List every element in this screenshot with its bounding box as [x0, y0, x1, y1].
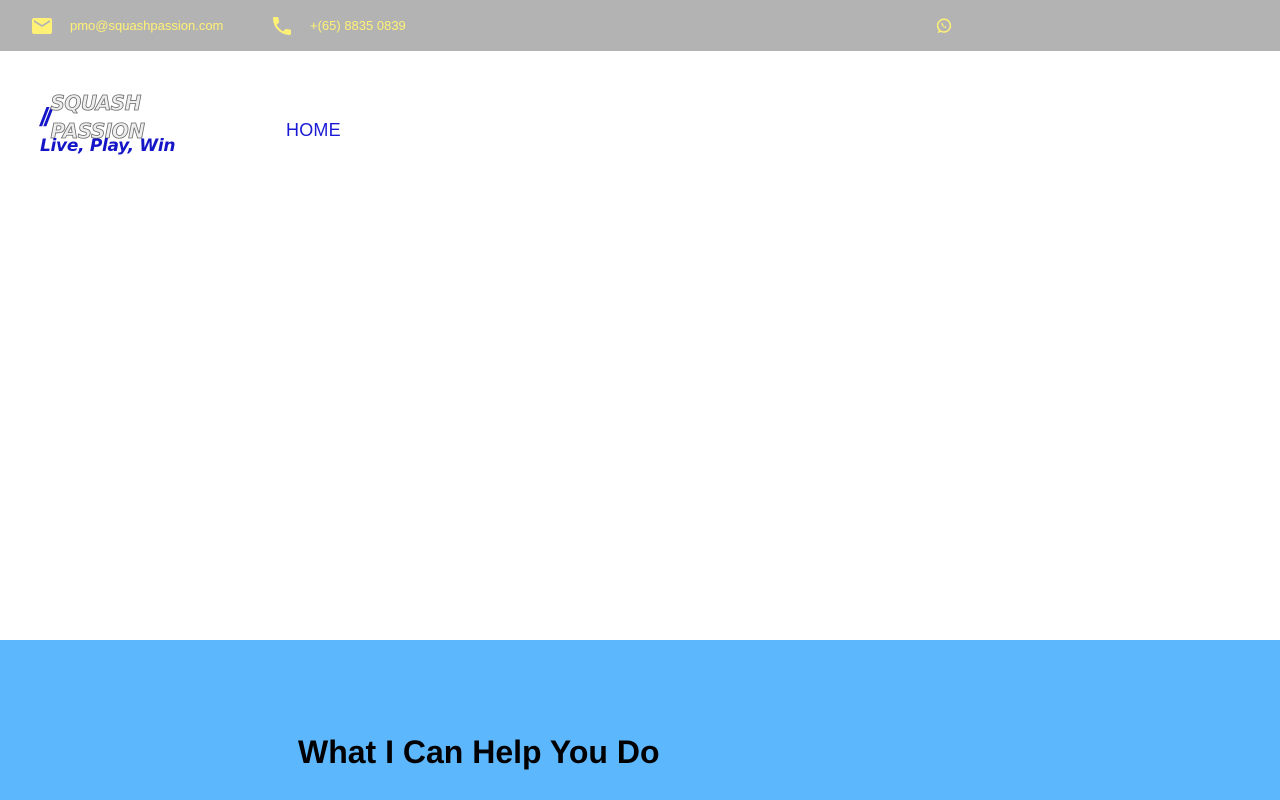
mail-icon — [30, 14, 54, 38]
phone-text: +(65) 8835 0839 — [310, 18, 406, 33]
site-header: // SQUASH PASSION Live, Play, Win HOME — [0, 51, 1280, 211]
top-contact-bar: pmo@squashpassion.com +(65) 8835 0839 — [0, 0, 1280, 51]
email-link[interactable]: pmo@squashpassion.com — [30, 0, 223, 51]
phone-icon — [270, 14, 294, 38]
email-text: pmo@squashpassion.com — [70, 18, 224, 33]
phone-link[interactable]: +(65) 8835 0839 — [270, 0, 406, 51]
whatsapp-icon — [935, 17, 953, 35]
section-title: What I Can Help You Do — [298, 734, 660, 770]
whatsapp-link[interactable] — [935, 0, 953, 51]
help-section: What I Can Help You Do — [0, 640, 1280, 800]
site-logo[interactable]: // SQUASH PASSION Live, Play, Win — [40, 91, 232, 161]
nav-home-link[interactable]: HOME — [286, 120, 341, 141]
logo-slashes: // — [40, 102, 52, 132]
logo-title-row: // SQUASH PASSION — [40, 91, 232, 144]
logo-tagline: Live, Play, Win — [40, 136, 176, 156]
